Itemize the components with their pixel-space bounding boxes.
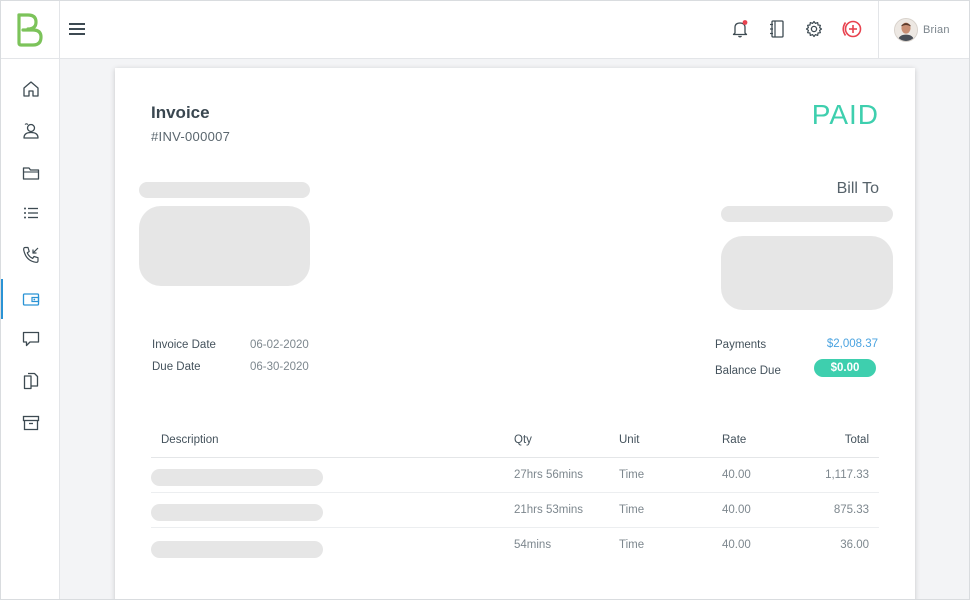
- table-row: 54mins Time 40.00 36.00: [151, 528, 879, 563]
- redacted-description: [151, 504, 323, 521]
- status-badge: PAID: [811, 99, 879, 130]
- column-header-rate: Rate: [722, 434, 747, 446]
- invoice-card: Invoice #INV-000007 PAID Bill To Invoice…: [115, 68, 915, 599]
- add-circle-icon: [842, 20, 862, 38]
- brand-logo[interactable]: [1, 1, 60, 59]
- documents-icon: [23, 372, 38, 390]
- gear-icon: [805, 20, 823, 38]
- balance-due-label: Balance Due: [715, 365, 781, 377]
- sidebar-item-home[interactable]: [1, 69, 60, 109]
- sidebar-item-projects[interactable]: [1, 153, 60, 193]
- archive-icon: [22, 415, 39, 431]
- redacted-company-address: [139, 206, 310, 286]
- row-unit: Time: [619, 539, 645, 551]
- row-total: 875.33: [833, 504, 869, 516]
- settings-button[interactable]: [801, 16, 827, 42]
- home-icon: [22, 81, 39, 97]
- brand-logo-icon: [17, 13, 43, 47]
- row-rate: 40.00: [722, 469, 751, 481]
- column-header-qty: Qty: [514, 434, 532, 446]
- column-header-unit: Unit: [619, 434, 640, 446]
- row-qty: 54mins: [514, 539, 552, 551]
- row-rate: 40.00: [722, 504, 751, 516]
- sidebar-item-tasks[interactable]: [1, 193, 60, 233]
- table-row: 21hrs 53mins Time 40.00 875.33: [151, 493, 879, 528]
- column-header-total: Total: [844, 434, 869, 446]
- sidebar-item-messages[interactable]: [1, 319, 60, 359]
- redacted-description: [151, 541, 323, 558]
- user-menu[interactable]: Brian: [894, 17, 950, 43]
- payments-value[interactable]: $2,008.37: [827, 338, 878, 350]
- topbar-divider: [878, 1, 879, 59]
- row-total: 36.00: [840, 539, 869, 551]
- due-date-label: Due Date: [152, 361, 201, 373]
- quick-add-button[interactable]: [838, 16, 864, 42]
- bill-to-label: Bill To: [836, 180, 879, 197]
- sidebar-item-calls[interactable]: [1, 235, 60, 275]
- row-total: 1,117.33: [825, 469, 869, 481]
- contacts-icon: [22, 123, 39, 139]
- sidebar-item-invoices[interactable]: [1, 279, 60, 319]
- list-icon: [23, 207, 38, 219]
- redacted-client-address: [721, 236, 893, 310]
- bell-icon: [732, 20, 748, 38]
- wallet-icon: [22, 293, 39, 306]
- line-items-table: Description Qty Unit Rate Total 27hrs 56…: [151, 422, 879, 563]
- sidebar-item-contacts[interactable]: [1, 111, 60, 151]
- row-qty: 27hrs 56mins: [514, 469, 584, 481]
- user-name: Brian: [923, 24, 950, 36]
- redacted-client-name: [721, 206, 893, 222]
- table-header: Description Qty Unit Rate Total: [151, 422, 879, 458]
- phone-incoming-icon: [22, 246, 39, 263]
- folder-icon: [22, 167, 39, 180]
- sidebar-item-documents[interactable]: [1, 361, 60, 401]
- sidebar: [1, 59, 60, 599]
- row-unit: Time: [619, 469, 645, 481]
- notifications-button[interactable]: [727, 16, 753, 42]
- notebook-button[interactable]: [764, 16, 790, 42]
- due-date-value: 06-30-2020: [250, 361, 309, 373]
- sidebar-item-archive[interactable]: [1, 403, 60, 443]
- notebook-icon: [770, 20, 784, 38]
- menu-toggle-button[interactable]: [69, 20, 89, 38]
- invoice-date-label: Invoice Date: [152, 339, 216, 351]
- app-window: Brian Invoice #INV-000007 PAID Bill To I…: [0, 0, 970, 600]
- user-avatar-icon: [895, 19, 917, 41]
- top-bar: Brian: [1, 1, 969, 59]
- top-actions: [727, 16, 875, 42]
- avatar: [894, 18, 918, 42]
- invoice-date-value: 06-02-2020: [250, 339, 309, 351]
- invoice-title: Invoice: [151, 103, 210, 122]
- column-header-description: Description: [161, 434, 219, 446]
- chat-icon: [22, 331, 39, 347]
- row-qty: 21hrs 53mins: [514, 504, 584, 516]
- balance-due-badge: $0.00: [814, 359, 876, 377]
- redacted-description: [151, 469, 323, 486]
- row-unit: Time: [619, 504, 645, 516]
- invoice-number: #INV-000007: [151, 129, 231, 144]
- table-row: 27hrs 56mins Time 40.00 1,117.33: [151, 458, 879, 493]
- row-rate: 40.00: [722, 539, 751, 551]
- payments-label: Payments: [715, 339, 767, 351]
- redacted-company-name: [139, 182, 310, 198]
